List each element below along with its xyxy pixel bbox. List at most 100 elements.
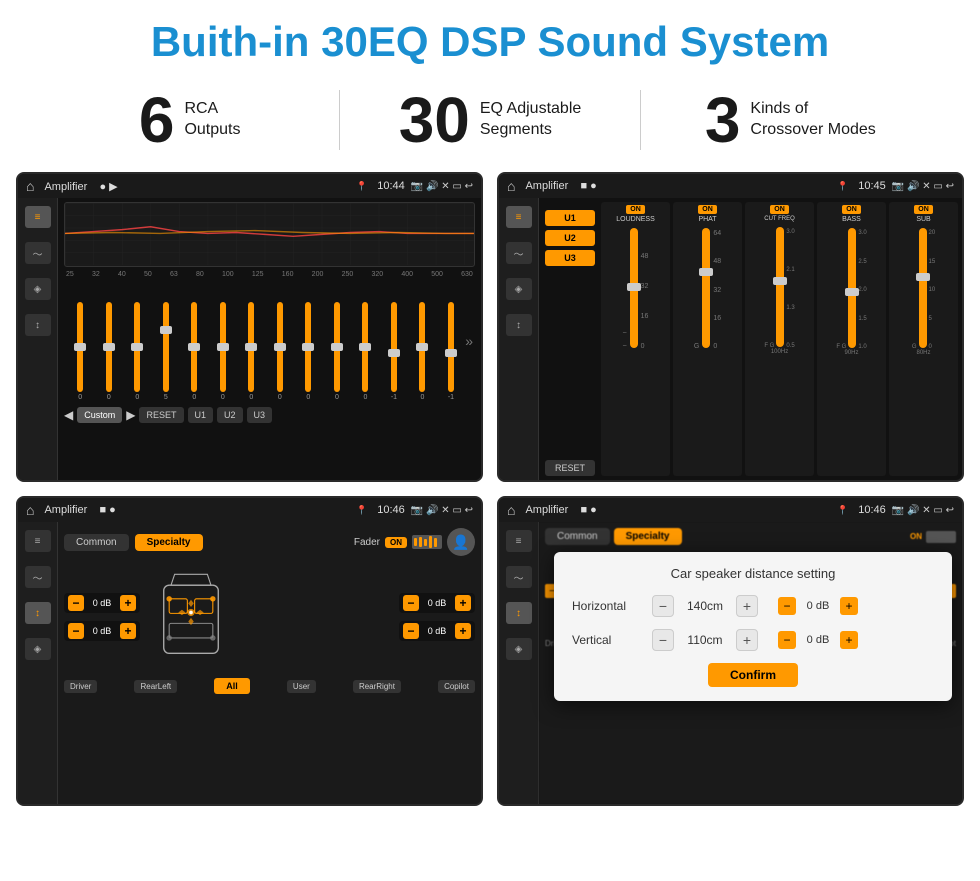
location-icon-1: 📍 xyxy=(356,181,367,192)
cutfreq-fader[interactable] xyxy=(776,227,784,347)
eq-u1-button[interactable]: U1 xyxy=(188,407,214,423)
status-icons-4: 📷 🔊 ✕ ▭ ↩ xyxy=(892,505,954,516)
eq-slider-5[interactable]: 0 xyxy=(180,302,209,401)
amp-u2-button[interactable]: U2 xyxy=(545,230,595,246)
spk-plus-fr[interactable]: + xyxy=(455,595,471,611)
amp-icon-wave[interactable]: 〜 xyxy=(506,242,532,264)
horizontal-minus-button[interactable]: − xyxy=(652,595,674,617)
eq-custom-button[interactable]: Custom xyxy=(77,407,122,423)
eq-reset-button[interactable]: RESET xyxy=(139,407,183,423)
spk-plus-rr[interactable]: + xyxy=(455,623,471,639)
home-icon-1[interactable]: ⌂ xyxy=(26,178,34,194)
tab-common[interactable]: Common xyxy=(64,534,129,551)
horizontal-ctrl: − 140cm + xyxy=(652,595,758,617)
spk-minus-rr[interactable]: − xyxy=(403,623,419,639)
fader-bars xyxy=(412,535,442,549)
spk-icon-eq[interactable]: ≡ xyxy=(25,530,51,552)
dist-icon-eq[interactable]: ≡ xyxy=(506,530,532,552)
dist-db-plus-2[interactable]: + xyxy=(840,631,858,649)
spk-sidebar: ≡ 〜 ↕ ◈ xyxy=(18,522,58,804)
eq-slider-4[interactable]: 5 xyxy=(152,302,181,401)
stat-number-6: 6 xyxy=(139,88,175,152)
eq-slider-12[interactable]: -1 xyxy=(380,302,409,401)
spk-db-val-rl: 0 dB xyxy=(88,626,116,636)
eq-slider-9[interactable]: 0 xyxy=(294,302,323,401)
cutfreq-on-badge[interactable]: ON xyxy=(770,205,789,214)
eq-next-icon[interactable]: ▶ xyxy=(126,408,135,422)
dist-db-minus-1[interactable]: − xyxy=(778,597,796,615)
eq-slider-6[interactable]: 0 xyxy=(209,302,238,401)
spk-minus-fr[interactable]: − xyxy=(403,595,419,611)
spk-minus-fl[interactable]: − xyxy=(68,595,84,611)
dist-db-plus-1[interactable]: + xyxy=(840,597,858,615)
spk-icon-wave[interactable]: 〜 xyxy=(25,566,51,588)
tab-specialty[interactable]: Specialty xyxy=(135,534,203,551)
eq-more-icon[interactable]: » xyxy=(465,333,473,349)
spk-user-button[interactable]: User xyxy=(287,680,316,693)
stat-text-eq: EQ AdjustableSegments xyxy=(480,99,581,141)
eq-slider-2[interactable]: 0 xyxy=(95,302,124,401)
eq-slider-14[interactable]: -1 xyxy=(437,302,466,401)
status-bar-1: ⌂ Amplifier ● ▶ 📍 10:44 📷 🔊 ✕ ▭ ↩ xyxy=(18,174,481,198)
amp-u1-button[interactable]: U1 xyxy=(545,210,595,226)
eq-slider-8[interactable]: 0 xyxy=(266,302,295,401)
spk-plus-fl[interactable]: + xyxy=(120,595,136,611)
sub-fader[interactable] xyxy=(919,228,927,348)
spk-minus-rl[interactable]: − xyxy=(68,623,84,639)
home-icon-2[interactable]: ⌂ xyxy=(507,178,515,194)
eq-u3-button[interactable]: U3 xyxy=(247,407,273,423)
bass-fader[interactable] xyxy=(848,228,856,348)
bass-on-badge[interactable]: ON xyxy=(842,205,861,214)
vertical-minus-button[interactable]: − xyxy=(652,629,674,651)
spk-tabs: Common Specialty xyxy=(64,534,203,551)
eq-icon-arrows[interactable]: ↕ xyxy=(25,314,51,336)
dist-icon-arrows[interactable]: ↕ xyxy=(506,602,532,624)
eq-slider-10[interactable]: 0 xyxy=(323,302,352,401)
spk-copilot-button[interactable]: Copilot xyxy=(438,680,475,693)
amp-u3-button[interactable]: U3 xyxy=(545,250,595,266)
home-icon-4[interactable]: ⌂ xyxy=(507,502,515,518)
dist-icon-speaker[interactable]: ◈ xyxy=(506,638,532,660)
confirm-button[interactable]: Confirm xyxy=(708,663,798,687)
app-name-2: Amplifier ■ ● xyxy=(525,180,831,192)
user-avatar[interactable]: 👤 xyxy=(447,528,475,556)
spk-icon-arrows[interactable]: ↕ xyxy=(25,602,51,624)
eq-icon-equalizer[interactable]: ≡ xyxy=(25,206,51,228)
spk-all-button[interactable]: All xyxy=(214,678,250,694)
amp-reset-button[interactable]: RESET xyxy=(545,460,595,476)
amp-icon-speaker[interactable]: ◈ xyxy=(506,278,532,300)
dist-icon-wave[interactable]: 〜 xyxy=(506,566,532,588)
spk-driver-button[interactable]: Driver xyxy=(64,680,97,693)
sub-on-badge[interactable]: ON xyxy=(914,205,933,214)
spk-rearleft-button[interactable]: RearLeft xyxy=(134,680,177,693)
eq-icon-speaker[interactable]: ◈ xyxy=(25,278,51,300)
horizontal-plus-button[interactable]: + xyxy=(736,595,758,617)
amp-sidebar: ≡ 〜 ◈ ↕ xyxy=(499,198,539,480)
vertical-plus-button[interactable]: + xyxy=(736,629,758,651)
amp-col-bass: ON BASS F G 3.02.52.01.51.0 90Hz xyxy=(817,202,886,476)
loudness-fader[interactable] xyxy=(630,228,638,348)
phat-fader[interactable] xyxy=(702,228,710,348)
phat-on-badge[interactable]: ON xyxy=(698,205,717,214)
dist-tab-common: Common xyxy=(545,528,610,545)
fader-on-badge[interactable]: ON xyxy=(385,537,407,548)
screens-grid: ⌂ Amplifier ● ▶ 📍 10:44 📷 🔊 ✕ ▭ ↩ ≡ 〜 ◈ … xyxy=(0,168,980,816)
eq-slider-11[interactable]: 0 xyxy=(351,302,380,401)
eq-slider-1[interactable]: 0 xyxy=(66,302,95,401)
eq-slider-3[interactable]: 0 xyxy=(123,302,152,401)
eq-slider-13[interactable]: 0 xyxy=(408,302,437,401)
eq-u2-button[interactable]: U2 xyxy=(217,407,243,423)
eq-slider-7[interactable]: 0 xyxy=(237,302,266,401)
amp-icon-eq[interactable]: ≡ xyxy=(506,206,532,228)
loudness-on-badge[interactable]: ON xyxy=(626,205,645,214)
dist-db-minus-2[interactable]: − xyxy=(778,631,796,649)
spk-icon-speaker[interactable]: ◈ xyxy=(25,638,51,660)
home-icon-3[interactable]: ⌂ xyxy=(26,502,34,518)
eq-prev-icon[interactable]: ◀ xyxy=(64,408,73,422)
eq-icon-wave[interactable]: 〜 xyxy=(25,242,51,264)
spk-rearright-button[interactable]: RearRight xyxy=(353,680,401,693)
amp-columns: ON LOUDNESS ~~ 4832160 xyxy=(601,198,962,480)
time-2: 10:45 xyxy=(858,180,886,192)
spk-plus-rl[interactable]: + xyxy=(120,623,136,639)
amp-icon-arrows[interactable]: ↕ xyxy=(506,314,532,336)
